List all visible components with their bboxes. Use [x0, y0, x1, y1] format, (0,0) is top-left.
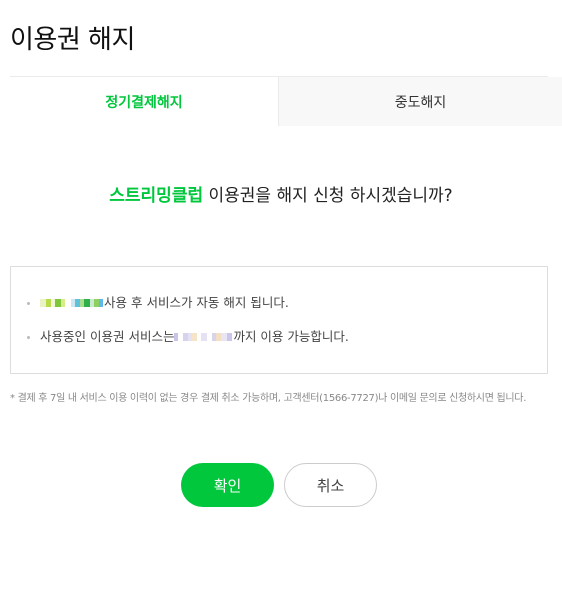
- notice-auto-cancel-text: 사용 후 서비스가 자동 해지 됩니다.: [104, 295, 289, 310]
- notice-usage-suffix: 까지 이용 가능합니다.: [233, 329, 349, 344]
- product-name: 스트리밍클럽: [109, 186, 204, 206]
- notice-item-auto-cancel: 사용 후 서비스가 자동 해지 됩니다.: [27, 294, 289, 312]
- tab-midterm-cancel[interactable]: 중도해지: [278, 77, 562, 126]
- action-buttons: 확인 취소: [181, 463, 377, 507]
- redacted-date: [40, 297, 103, 309]
- bullet-icon: [27, 301, 30, 305]
- question-text: 이용권을 해지 신청 하시겠습니까?: [203, 186, 453, 206]
- confirm-button[interactable]: 확인: [181, 463, 274, 507]
- tab-bar: 정기결제해지 중도해지: [10, 77, 562, 126]
- confirm-question: 스트리밍클럽 이용권을 해지 신청 하시겠습니까?: [0, 184, 562, 208]
- refund-footnote: * 결제 후 7일 내 서비스 이용 이력이 없는 경우 결제 취소 가능하며,…: [10, 393, 527, 404]
- cancel-button[interactable]: 취소: [284, 463, 377, 507]
- notice-usage-prefix: 사용중인 이용권 서비스는: [40, 329, 175, 344]
- page-title: 이용권 해지: [10, 25, 135, 55]
- redacted-end-date: [174, 331, 233, 343]
- tab-recurring-cancel[interactable]: 정기결제해지: [10, 77, 278, 126]
- bullet-icon: [27, 335, 30, 339]
- notice-item-usage-period: 사용중인 이용권 서비스는 까지 이용 가능합니다.: [27, 328, 349, 346]
- notice-box: 사용 후 서비스가 자동 해지 됩니다. 사용중인 이용권 서비스는 까지 이용…: [10, 266, 548, 374]
